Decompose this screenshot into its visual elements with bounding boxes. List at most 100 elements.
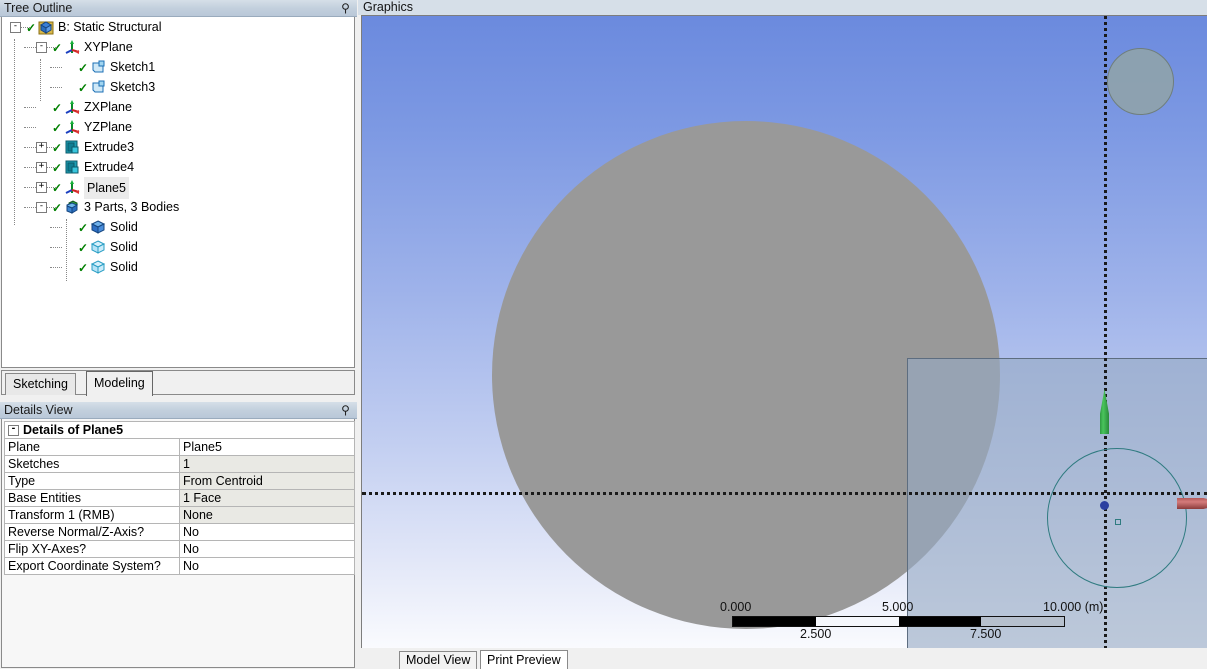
pin-icon[interactable]: ⚲ [339, 403, 352, 417]
tree-connector [50, 267, 62, 268]
details-row-key: Sketches [4, 455, 180, 473]
details-row-value[interactable]: No [179, 523, 355, 541]
tree-node-solid[interactable]: ✓ Solid [2, 237, 354, 257]
details-group-toggle[interactable]: - [8, 425, 19, 437]
tree-node-label: Solid [110, 260, 138, 274]
designmodeler-window: Tree Outline ⚲ - ✓ B: Static Structural - ✓ X… [0, 0, 1207, 669]
details-row[interactable]: Flip XY-Axes? No [4, 540, 355, 558]
check-icon: ✓ [52, 101, 63, 115]
tree-expand-toggle[interactable]: + [36, 182, 47, 193]
sketch-circle[interactable] [1047, 448, 1187, 588]
details-group-label: Details of Plane5 [23, 423, 124, 437]
ruler-segment [981, 617, 1064, 626]
check-icon: ✓ [52, 41, 63, 55]
tree-node-solid[interactable]: ✓ Solid [2, 257, 354, 277]
details-row-value[interactable]: 1 [179, 455, 355, 473]
tree-connector [24, 127, 36, 128]
sketch-icon [90, 79, 106, 95]
tree-node-label: YZPlane [84, 120, 132, 134]
tree-node-sketch1[interactable]: ✓ Sketch1 [2, 57, 354, 77]
tree-node-sketch3[interactable]: ✓ Sketch3 [2, 77, 354, 97]
tab-model-view[interactable]: Model View [399, 651, 478, 669]
extrude-icon [64, 139, 80, 155]
tree-node-zxplane[interactable]: ✓ ZXPlane [2, 97, 354, 117]
tree-node-yzplane[interactable]: ✓ YZPlane [2, 117, 354, 137]
tree-node-label: Extrude3 [84, 140, 135, 154]
details-row-key: Base Entities [4, 489, 180, 507]
tree-expand-toggle[interactable]: + [36, 162, 47, 173]
tree-node-extrude3[interactable]: + ✓ Extrude3 [2, 137, 354, 157]
tree-node-solid[interactable]: ✓ Solid [2, 217, 354, 237]
sketch-origin-point[interactable] [1100, 501, 1109, 510]
tree-expand-toggle[interactable]: - [36, 42, 47, 53]
details-row-value[interactable]: None [179, 506, 355, 524]
tree-expand-toggle[interactable]: - [36, 202, 47, 213]
tree-node-xyplane[interactable]: - ✓ XYPlane [2, 37, 354, 57]
details-row[interactable]: Reverse Normal/Z-Axis? No [4, 523, 355, 541]
tree-outline-title: Tree Outline [4, 1, 73, 15]
details-row-value[interactable]: 1 Face [179, 489, 355, 507]
x-axis-arrow-icon [1177, 498, 1207, 509]
ruler-label-5: 5.000 [882, 600, 914, 614]
tree-expand-toggle[interactable]: + [36, 142, 47, 153]
tree-connector [50, 247, 62, 248]
ruler-segment [733, 617, 816, 626]
check-icon: ✓ [78, 221, 89, 235]
ruler-label-7-5: 7.500 [970, 627, 1002, 641]
sketch-icon [90, 59, 106, 75]
tab-sketching[interactable]: Sketching [5, 373, 76, 395]
ruler-segment [815, 617, 899, 626]
tree-outline-panel: Tree Outline ⚲ - ✓ B: Static Structural - ✓ X… [0, 0, 357, 369]
tree-node-extrude4[interactable]: + ✓ Extrude4 [2, 157, 354, 177]
details-row[interactable]: Plane Plane5 [4, 438, 355, 456]
tree-node-3-parts-3-bodies[interactable]: - ✓ 3 Parts, 3 Bodies [2, 197, 354, 217]
tree-connector [50, 227, 62, 228]
graphics-frame: 0.000 5.000 10.000 (m) 2.500 7.500 [361, 15, 1207, 648]
pin-icon[interactable]: ⚲ [339, 1, 352, 15]
plane-icon [64, 179, 80, 195]
tree-node-label: XYPlane [84, 40, 133, 54]
solid-body-icon [90, 219, 106, 235]
tab-modeling[interactable]: Modeling [86, 371, 153, 396]
mode-tab-strip: Sketching Modeling [1, 370, 355, 396]
scale-ruler: 0.000 5.000 10.000 (m) 2.500 7.500 [720, 600, 1103, 641]
ruler-label-0: 0.000 [720, 600, 752, 614]
tree-outline-title-bar: Tree Outline ⚲ [0, 0, 357, 17]
check-icon: ✓ [26, 21, 37, 35]
tree-node-label: 3 Parts, 3 Bodies [84, 200, 180, 214]
check-icon: ✓ [52, 121, 63, 135]
details-row[interactable]: Transform 1 (RMB) None [4, 506, 355, 524]
extrude-icon [64, 159, 80, 175]
graphics-viewport[interactable]: 0.000 5.000 10.000 (m) 2.500 7.500 [362, 16, 1207, 648]
details-row-value[interactable]: No [179, 557, 355, 575]
tree-outline-body[interactable]: - ✓ B: Static Structural - ✓ XYPlane ✓ Sketch1 ✓… [1, 17, 355, 368]
check-icon: ✓ [78, 61, 89, 75]
check-icon: ✓ [78, 261, 89, 275]
plane-icon [64, 119, 80, 135]
details-view-title: Details View [4, 403, 73, 417]
details-row[interactable]: Type From Centroid [4, 472, 355, 490]
tree-node-label: Solid [110, 240, 138, 254]
details-row-value[interactable]: From Centroid [179, 472, 355, 490]
ruler-label-10: 10.000 (m) [1043, 600, 1104, 614]
details-row[interactable]: Base Entities 1 Face [4, 489, 355, 507]
tree-node-label: Sketch3 [110, 80, 156, 94]
left-column: Tree Outline ⚲ - ✓ B: Static Structural - ✓ X… [0, 0, 357, 669]
details-row[interactable]: Export Coordinate System? No [4, 557, 355, 575]
graphics-panel: Graphics 0.000 5.000 10.000 (m) 2.500 7.… [358, 0, 1207, 669]
tree-node-label: Solid [110, 220, 138, 234]
cylinder-body-small[interactable] [1107, 48, 1174, 115]
tree-node-b-static-structural[interactable]: - ✓ B: Static Structural [2, 17, 354, 37]
details-row-value[interactable]: No [179, 540, 355, 558]
tree-expand-toggle[interactable]: - [10, 22, 21, 33]
tab-print-preview[interactable]: Print Preview [480, 650, 568, 669]
tree-node-plane5[interactable]: + ✓ Plane5 [2, 177, 354, 199]
tree-connector [50, 87, 62, 88]
plane-icon [64, 39, 80, 55]
check-icon: ✓ [52, 181, 63, 195]
details-group-row[interactable]: - Details of Plane5 [4, 421, 355, 439]
details-row-key: Type [4, 472, 180, 490]
details-row-key: Export Coordinate System? [4, 557, 180, 575]
details-row-value[interactable]: Plane5 [179, 438, 355, 456]
details-row[interactable]: Sketches 1 [4, 455, 355, 473]
